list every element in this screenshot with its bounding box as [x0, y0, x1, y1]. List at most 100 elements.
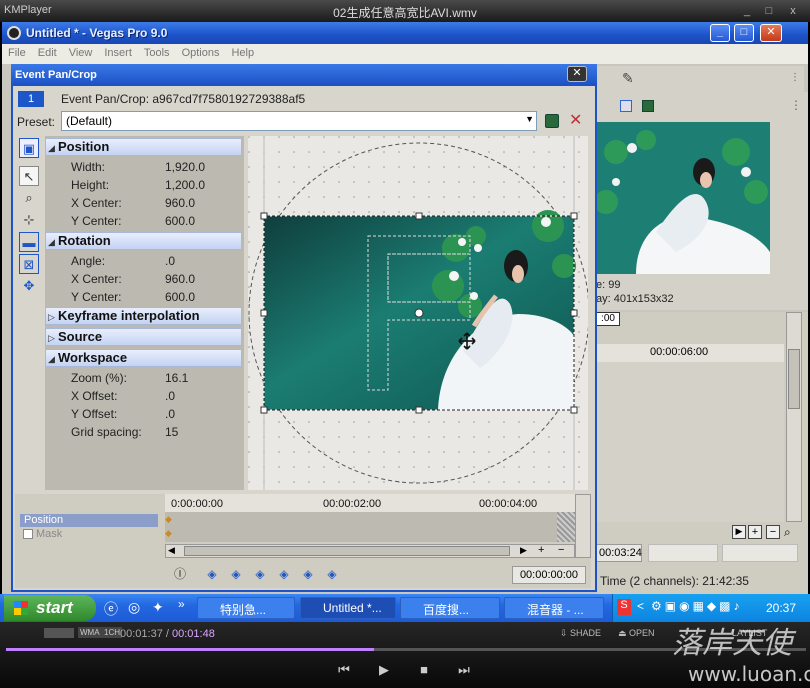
next-track-icon[interactable]: ⏭: [454, 662, 474, 680]
delete-keyframe-icon[interactable]: ◈: [275, 566, 293, 582]
vegas-minimize-button[interactable]: _: [710, 24, 730, 42]
track-mask[interactable]: Mask: [20, 528, 158, 541]
zoom-tool-icon[interactable]: ⌕: [19, 188, 39, 208]
taskbar-item[interactable]: 特别急...: [197, 597, 295, 619]
menu-file[interactable]: File: [2, 44, 32, 62]
scroll-thumb[interactable]: [788, 349, 800, 409]
delete-preset-icon[interactable]: ✕: [569, 110, 582, 130]
timecode-box[interactable]: :00: [596, 312, 620, 326]
prop-row[interactable]: Width: 1,920.0: [45, 158, 242, 176]
tray-icons[interactable]: ⚙▣◉▦◆▩♪: [651, 599, 742, 613]
chevron-down-icon[interactable]: ▼: [525, 114, 534, 124]
stop-icon[interactable]: ■: [414, 662, 434, 680]
messenger-icon[interactable]: ✦: [152, 599, 164, 616]
prop-row[interactable]: Grid spacing: 15: [45, 423, 242, 441]
prop-row[interactable]: X Center: 960.0: [45, 270, 242, 288]
quicklaunch-more-icon[interactable]: »: [178, 597, 185, 611]
prop-value[interactable]: 960.0: [165, 270, 195, 288]
zoom-out-icon[interactable]: −: [558, 545, 564, 556]
menu-help[interactable]: Help: [225, 44, 260, 62]
cursor-time[interactable]: 00:00:00:00: [512, 566, 586, 584]
prop-value[interactable]: 960.0: [165, 194, 195, 212]
prop-row[interactable]: X Offset: .0: [45, 387, 242, 405]
prop-value[interactable]: 1,200.0: [165, 176, 205, 194]
prop-value[interactable]: 1,920.0: [165, 158, 205, 176]
prop-value[interactable]: 16.1: [165, 369, 188, 387]
keyframe-marker[interactable]: ◆: [165, 528, 172, 539]
dialog-close-button[interactable]: ✕: [567, 66, 587, 82]
prop-value[interactable]: .0: [165, 252, 175, 270]
open-button[interactable]: ⏏ OPEN: [618, 628, 655, 639]
move-freely-icon[interactable]: ✥: [19, 276, 39, 296]
preview-tool-icon[interactable]: ✎: [622, 70, 634, 87]
zoom-in-button[interactable]: +: [748, 525, 762, 539]
scroll-thumb[interactable]: [184, 546, 510, 556]
save-preset-icon[interactable]: [545, 114, 559, 128]
prop-value[interactable]: 600.0: [165, 212, 195, 230]
tray-app-icon[interactable]: S: [617, 599, 631, 615]
prop-row[interactable]: Zoom (%): 16.1: [45, 369, 242, 387]
taskbar-item[interactable]: 混音器 - ...: [504, 597, 604, 619]
keyframe-marker[interactable]: ◆: [165, 514, 172, 525]
menu-options[interactable]: Options: [176, 44, 226, 62]
scroll-right-button[interactable]: ▶: [732, 525, 746, 539]
prev-track-icon[interactable]: ⏮: [334, 662, 354, 680]
timeline-vscroll[interactable]: [786, 312, 802, 522]
save-frame-icon[interactable]: [642, 100, 654, 112]
taskbar-item-vegas[interactable]: Untitled *...: [300, 597, 396, 619]
scroll-right-icon[interactable]: ▶: [520, 545, 527, 556]
zoom-out-button[interactable]: −: [766, 525, 780, 539]
zoom-in-icon[interactable]: +: [538, 545, 544, 556]
prop-row[interactable]: Height: 1,200.0: [45, 176, 242, 194]
menu-insert[interactable]: Insert: [98, 44, 138, 62]
normal-edit-tool-icon[interactable]: ▣: [19, 138, 39, 158]
prev-keyframe-icon[interactable]: ◈: [227, 566, 245, 582]
copy-frame-icon[interactable]: [620, 100, 632, 112]
scale-about-center-icon[interactable]: ⊠: [19, 254, 39, 274]
preset-dropdown[interactable]: (Default) ▼: [61, 111, 537, 131]
ie-icon[interactable]: ⓔ: [104, 599, 118, 619]
explorer-icon[interactable]: ◎: [128, 599, 140, 616]
prop-row[interactable]: Y Center: 600.0: [45, 212, 242, 230]
shade-button[interactable]: ⇩ SHADE: [560, 628, 601, 639]
section-keyframe-interpolation[interactable]: ▷ Keyframe interpolation: [45, 307, 242, 325]
zoom-out-tool-icon[interactable]: ⊹: [19, 210, 39, 230]
start-button[interactable]: start: [4, 595, 96, 621]
pointer-tool-icon[interactable]: ↖: [19, 166, 39, 186]
prop-row[interactable]: Angle: .0: [45, 252, 242, 270]
magnify-icon[interactable]: ⌕: [784, 525, 791, 540]
taskbar-item[interactable]: 百度搜...: [400, 597, 500, 619]
track-position[interactable]: Position: [20, 514, 158, 527]
km-maximize-button[interactable]: □: [760, 3, 778, 19]
prop-row[interactable]: Y Offset: .0: [45, 405, 242, 423]
add-keyframe-icon[interactable]: ◈: [251, 566, 269, 582]
keyframe-vscroll[interactable]: [575, 494, 591, 558]
prop-value[interactable]: .0: [165, 405, 175, 423]
menu-tools[interactable]: Tools: [138, 44, 176, 62]
prop-row[interactable]: X Center: 960.0: [45, 194, 242, 212]
menu-view[interactable]: View: [63, 44, 99, 62]
last-keyframe-icon[interactable]: ◈: [323, 566, 341, 582]
prop-value[interactable]: 15: [165, 423, 178, 441]
km-minimize-button[interactable]: _: [738, 3, 756, 19]
lock-aspect-icon[interactable]: ▬: [19, 232, 39, 252]
vegas-maximize-button[interactable]: □: [734, 24, 754, 42]
keyframe-tracks[interactable]: ◆ ◆: [165, 512, 575, 542]
sync-cursor-icon[interactable]: Ⓘ: [171, 566, 189, 582]
scroll-left-icon[interactable]: ◀: [168, 545, 175, 556]
section-position[interactable]: ◢ Position: [45, 138, 242, 156]
menu-edit[interactable]: Edit: [32, 44, 63, 62]
prop-value[interactable]: .0: [165, 387, 175, 405]
keyframe-hscroll[interactable]: ◀ ▶ + −: [165, 544, 575, 558]
keyframe-ruler[interactable]: 0:00:00:00 00:00:02:00 00:00:04:00: [165, 494, 591, 512]
prop-value[interactable]: 600.0: [165, 288, 195, 306]
section-source[interactable]: ▷ Source: [45, 328, 242, 346]
mask-checkbox[interactable]: [23, 529, 33, 539]
km-close-button[interactable]: x: [784, 3, 802, 19]
prop-row[interactable]: Y Center: 600.0: [45, 288, 242, 306]
pan-crop-canvas[interactable]: [248, 136, 588, 490]
play-icon[interactable]: ▶: [374, 662, 394, 680]
first-keyframe-icon[interactable]: ◈: [203, 566, 221, 582]
tray-expand-icon[interactable]: <: [637, 599, 644, 613]
vegas-close-button[interactable]: ✕: [760, 24, 782, 42]
